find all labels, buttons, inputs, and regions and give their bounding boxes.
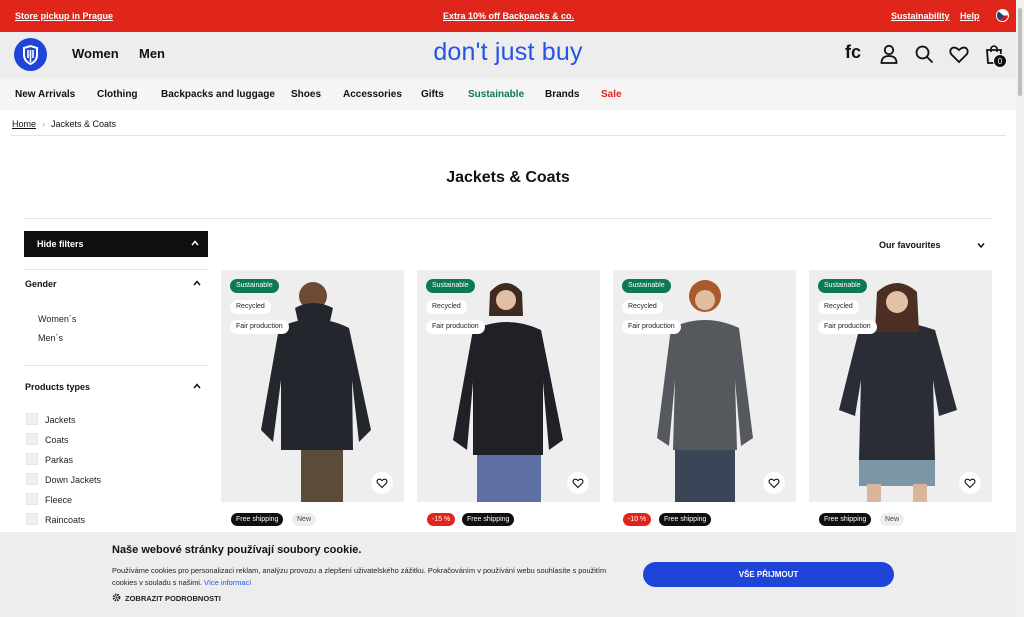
breadcrumb-separator-icon: › [42,119,46,129]
free-shipping-badge: Free shipping [819,513,872,526]
category-backpacks-luggage[interactable]: Backpacks and luggage [161,89,275,100]
page-title: Jackets & Coats [446,169,570,186]
cookie-show-details-button[interactable]: ZOBRAZIT PODROBNOSTI [112,593,221,603]
category-nav: New Arrivals Clothing Backpacks and lugg… [0,78,1016,110]
chevron-up-icon [191,240,199,246]
hide-filters-label: Hide filters [37,239,84,249]
filter-option-men[interactable]: Men´s [38,333,63,343]
free-shipping-badge: Free shipping [659,513,712,526]
checkbox-raincoats[interactable] [26,513,38,525]
badge-fair-production: Fair production [426,320,485,334]
new-badge: New [292,513,317,526]
badge-fair-production: Fair production [818,320,877,334]
breadcrumb-current: Jackets & Coats [51,119,117,129]
chevron-down-icon[interactable] [976,240,986,250]
divider [24,269,208,270]
cookie-title: Naše webové stránky používají soubory co… [112,544,362,556]
heart-icon [964,478,976,489]
checkbox-fleece[interactable] [26,493,38,505]
sort-select[interactable]: Our favourites [879,240,941,250]
chevron-up-icon[interactable] [192,381,202,391]
category-accessories[interactable]: Accessories [343,89,402,100]
cart-count-badge: 0 [993,54,1007,68]
chevron-up-icon[interactable] [192,278,202,288]
badge-sustainable: Sustainable [818,279,867,293]
category-clothing[interactable]: Clothing [97,89,138,100]
free-shipping-badge: Free shipping [231,513,284,526]
site-slogan: don't just buy [433,38,583,66]
divider [24,365,208,366]
user-icon[interactable] [878,43,900,65]
czech-flag-icon[interactable] [996,9,1009,22]
discount-badge: -15 % [427,513,456,526]
cookie-text: Používáme cookies pro personalizaci rekl… [112,565,632,589]
search-icon[interactable] [913,43,935,65]
checkbox-down-jackets[interactable] [26,473,38,485]
site-header: Women Men don't just buy fc 0 [0,32,1016,78]
product-card[interactable]: Sustainable Recycled Fair production [417,270,600,502]
add-to-wishlist-button[interactable] [567,472,589,494]
badge-sustainable: Sustainable [622,279,671,293]
filter-option-jackets[interactable]: Jackets [45,415,76,425]
badge-sustainable: Sustainable [426,279,475,293]
badge-recycled: Recycled [622,300,663,314]
filter-option-down-jackets[interactable]: Down Jackets [45,475,101,485]
checkbox-jackets[interactable] [26,413,38,425]
filter-product-types-heading[interactable]: Products types [25,382,90,392]
category-new-arrivals[interactable]: New Arrivals [15,89,75,100]
breadcrumb: Home › Jackets & Coats [12,119,116,129]
filter-option-women[interactable]: Women´s [38,314,76,324]
cookie-banner: Naše webové stránky používají soubory co… [0,532,1016,617]
badge-fair-production: Fair production [230,320,289,334]
product-card[interactable]: Sustainable Recycled Fair production [809,270,992,502]
heart-icon [768,478,780,489]
store-pickup-link[interactable]: Store pickup in Prague [15,11,113,21]
checkbox-parkas[interactable] [26,453,38,465]
discount-badge: -10 % [623,513,652,526]
category-sale[interactable]: Sale [601,89,622,100]
category-sustainable[interactable]: Sustainable [468,89,524,100]
product-card[interactable]: Sustainable Recycled Fair production [221,270,404,502]
add-to-wishlist-button[interactable] [959,472,981,494]
divider [24,218,992,219]
filter-option-fleece[interactable]: Fleece [45,495,72,505]
cookie-more-info-link[interactable]: Více informací [204,578,251,587]
gear-icon [112,593,121,602]
sustainability-link[interactable]: Sustainability [891,11,950,21]
category-shoes[interactable]: Shoes [291,89,321,100]
add-to-wishlist-button[interactable] [371,472,393,494]
help-link[interactable]: Help [960,11,980,21]
badge-recycled: Recycled [818,300,859,314]
badge-recycled: Recycled [230,300,271,314]
free-shipping-badge: Free shipping [462,513,515,526]
scrollbar-thumb[interactable] [1018,8,1022,96]
filter-option-parkas[interactable]: Parkas [45,455,73,465]
promo-link[interactable]: Extra 10% off Backpacks & co. [443,11,574,21]
wishlist-heart-icon[interactable] [948,43,970,65]
fc-logo-icon[interactable]: fc [845,42,861,63]
add-to-wishlist-button[interactable] [763,472,785,494]
product-card[interactable]: Sustainable Recycled Fair production [613,270,796,502]
badge-sustainable: Sustainable [230,279,279,293]
cookie-details-label: ZOBRAZIT PODROBNOSTI [125,594,221,603]
filter-gender-heading[interactable]: Gender [25,279,57,289]
accept-all-cookies-button[interactable]: VŠE PŘIJMOUT [643,562,894,587]
filter-option-coats[interactable]: Coats [45,435,69,445]
divider [10,135,1006,136]
heart-icon [376,478,388,489]
hide-filters-button[interactable]: Hide filters [24,231,208,257]
category-brands[interactable]: Brands [545,89,579,100]
category-gifts[interactable]: Gifts [421,89,444,100]
breadcrumb-home[interactable]: Home [12,119,36,129]
filter-option-raincoats[interactable]: Raincoats [45,515,85,525]
checkbox-coats[interactable] [26,433,38,445]
promo-topbar: Store pickup in Prague Extra 10% off Bac… [0,0,1016,32]
badge-recycled: Recycled [426,300,467,314]
heart-icon [572,478,584,489]
cookie-description: Používáme cookies pro personalizaci rekl… [112,566,607,587]
badge-fair-production: Fair production [622,320,681,334]
new-badge: New [880,513,905,526]
